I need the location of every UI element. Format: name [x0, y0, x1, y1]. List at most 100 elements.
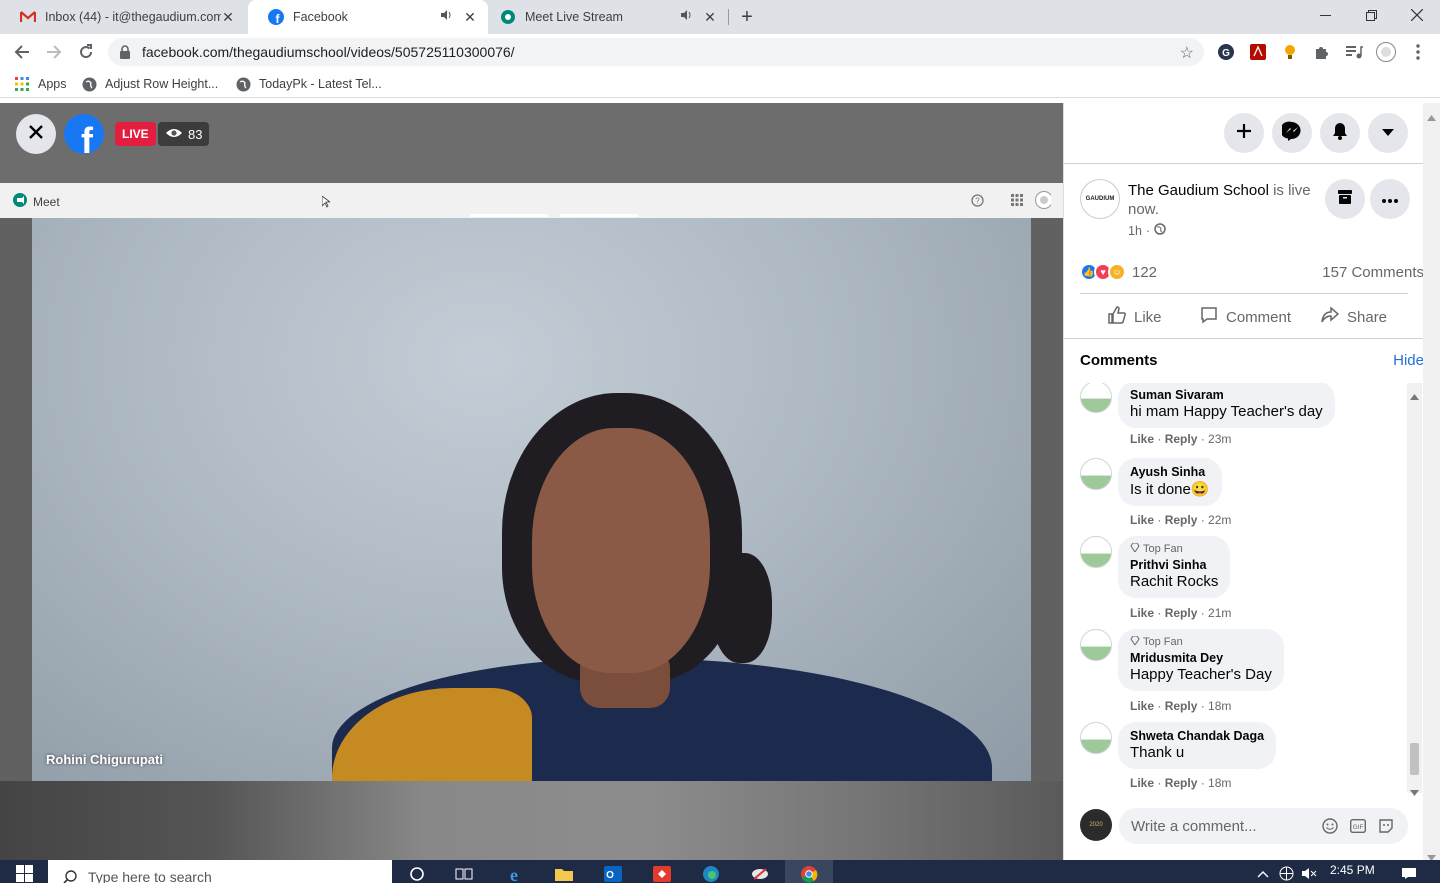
tab-close-icon[interactable]: ✕ — [220, 9, 236, 25]
cortana-icon[interactable] — [406, 864, 428, 883]
acrobat-extension-icon[interactable] — [1248, 42, 1268, 62]
scroll-thumb[interactable] — [1410, 743, 1419, 775]
profile-avatar[interactable] — [1376, 42, 1396, 62]
tab-facebook[interactable]: f Facebook ✕ — [248, 0, 488, 34]
comment-reply-link[interactable]: Reply — [1165, 432, 1198, 446]
bookmark-adjust-row-height[interactable]: Adjust Row Height... — [81, 75, 218, 93]
lock-icon[interactable] — [119, 45, 131, 62]
emoji-icon[interactable] — [1322, 818, 1338, 834]
close-video-button[interactable] — [16, 114, 56, 154]
anydesk-icon[interactable] — [651, 864, 673, 883]
help-icon[interactable]: ? — [969, 192, 985, 208]
like-button[interactable]: Like — [1108, 306, 1162, 327]
comment-like-link[interactable]: Like — [1130, 606, 1154, 620]
comment-like-link[interactable]: Like — [1130, 432, 1154, 446]
facebook-logo-icon[interactable]: f — [64, 114, 104, 154]
page-scroll-up-arrow-icon[interactable] — [1427, 108, 1436, 126]
commenter-avatar[interactable] — [1080, 536, 1112, 568]
page-scrollbar[interactable] — [1423, 103, 1440, 861]
save-post-button[interactable] — [1325, 179, 1365, 219]
comment-author[interactable]: Shweta Chandak Daga — [1130, 729, 1264, 743]
sticker-icon[interactable] — [1378, 818, 1394, 834]
restore-icon[interactable] — [1348, 0, 1394, 30]
comment-author[interactable]: Prithvi Sinha — [1130, 558, 1218, 572]
comment-reply-link[interactable]: Reply — [1165, 776, 1198, 790]
page-name-link[interactable]: The Gaudium School — [1128, 182, 1269, 199]
chrome-taskbar-active[interactable] — [785, 860, 833, 883]
minimize-icon[interactable] — [1302, 0, 1348, 30]
create-button[interactable] — [1224, 113, 1264, 153]
account-menu-button[interactable] — [1368, 113, 1408, 153]
commenter-avatar[interactable] — [1080, 458, 1112, 490]
composer-avatar[interactable]: 2020 — [1080, 809, 1112, 841]
close-window-icon[interactable] — [1394, 0, 1440, 30]
edge-icon[interactable] — [700, 864, 722, 883]
comment-author[interactable]: Suman Sivaram — [1130, 388, 1323, 402]
comment-time[interactable]: 18m — [1208, 699, 1231, 713]
speaker-icon[interactable] — [680, 9, 694, 25]
taskbar-search-box[interactable]: Type here to search — [48, 860, 392, 883]
media-control-icon[interactable] — [1344, 42, 1364, 62]
comment-button[interactable]: Comment — [1200, 307, 1291, 327]
commenter-avatar[interactable] — [1080, 722, 1112, 754]
comment-like-link[interactable]: Like — [1130, 776, 1154, 790]
meet-apps-grid-icon[interactable] — [1009, 192, 1025, 208]
tab-close-icon[interactable]: ✕ — [702, 9, 718, 25]
comment-author[interactable]: Mridusmita Dey — [1130, 651, 1272, 665]
address-bar[interactable]: facebook.com/thegaudiumschool/videos/505… — [108, 38, 1204, 66]
forward-icon[interactable] — [40, 38, 68, 66]
comment-like-link[interactable]: Like — [1130, 513, 1154, 527]
comment-time[interactable]: 21m — [1208, 606, 1231, 620]
page-avatar[interactable]: GAUDIUM — [1080, 179, 1120, 219]
comment-time[interactable]: 22m — [1208, 513, 1231, 527]
action-center-icon[interactable] — [1398, 864, 1420, 883]
comment-reply-link[interactable]: Reply — [1165, 513, 1198, 527]
outlook-icon[interactable]: O — [602, 864, 624, 883]
commenter-avatar[interactable] — [1080, 383, 1112, 413]
volume-muted-icon[interactable] — [1298, 864, 1320, 883]
network-globe-icon[interactable] — [1275, 864, 1297, 883]
hide-comments-link[interactable]: Hide — [1393, 352, 1424, 369]
scroll-up-arrow-icon[interactable] — [1410, 387, 1419, 405]
back-icon[interactable] — [8, 38, 36, 66]
taskbar-clock[interactable]: 2:45 PM — [1330, 863, 1375, 877]
comments-scrollbar[interactable] — [1407, 383, 1422, 796]
task-view-icon[interactable] — [453, 864, 475, 883]
gif-icon[interactable]: GIF — [1350, 818, 1366, 834]
snipping-tool-icon[interactable] — [749, 864, 771, 883]
share-button[interactable]: Share — [1321, 306, 1387, 327]
bookmark-star-icon[interactable]: ☆ — [1180, 43, 1194, 63]
internet-explorer-icon[interactable]: e — [503, 864, 525, 883]
comment-reply-link[interactable]: Reply — [1165, 699, 1198, 713]
grammarly-extension-icon[interactable]: G — [1216, 42, 1236, 62]
comment-reply-link[interactable]: Reply — [1165, 606, 1198, 620]
lightbulb-extension-icon[interactable] — [1280, 42, 1300, 62]
comments-count-link[interactable]: 157 Comments — [1322, 264, 1424, 281]
speaker-icon[interactable] — [440, 9, 454, 25]
comment-author[interactable]: Ayush Sinha — [1130, 465, 1210, 479]
tab-gmail[interactable]: Inbox (44) - it@thegaudium.com ✕ — [0, 0, 246, 34]
chrome-menu-icon[interactable] — [1408, 42, 1428, 62]
comment-time[interactable]: 23m — [1208, 432, 1231, 446]
video-player[interactable]: f LIVE 83 Meet ? Rohini Chigurupati — [0, 103, 1063, 860]
comment-like-link[interactable]: Like — [1130, 699, 1154, 713]
tab-meet-live-stream[interactable]: Meet Live Stream ✕ — [480, 0, 728, 34]
bookmark-todaypk[interactable]: TodayPk - Latest Tel... — [235, 75, 382, 93]
post-time[interactable]: 1h — [1128, 224, 1142, 238]
bookmark-apps[interactable]: Apps — [14, 75, 67, 93]
file-explorer-icon[interactable] — [553, 864, 575, 883]
reload-icon[interactable] — [72, 38, 100, 66]
meet-profile-avatar[interactable] — [1035, 191, 1051, 209]
reactions-summary[interactable]: 👍 ♥ ☺ 122 — [1080, 263, 1157, 281]
extensions-puzzle-icon[interactable] — [1312, 42, 1332, 62]
tray-chevron-up-icon[interactable] — [1252, 864, 1274, 883]
notifications-button[interactable] — [1320, 113, 1360, 153]
messenger-button[interactable] — [1272, 113, 1312, 153]
scroll-down-arrow-icon[interactable] — [1410, 783, 1419, 801]
new-tab-icon[interactable]: + — [737, 7, 757, 27]
comment-time[interactable]: 18m — [1208, 776, 1231, 790]
commenter-avatar[interactable] — [1080, 629, 1112, 661]
windows-start-icon[interactable] — [13, 864, 35, 883]
tab-close-icon[interactable]: ✕ — [462, 9, 478, 25]
post-options-button[interactable] — [1370, 179, 1410, 219]
